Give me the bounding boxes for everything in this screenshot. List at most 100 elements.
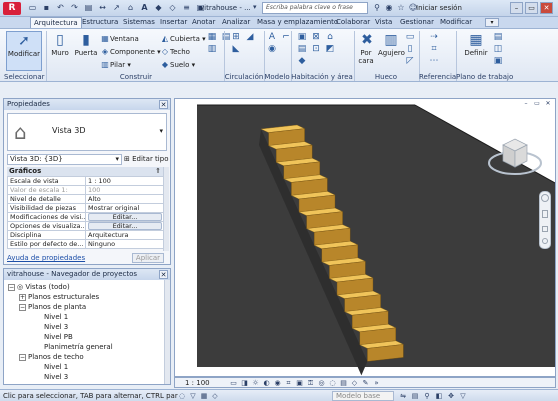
ribbon-options-button[interactable]: ▾ — [485, 18, 499, 27]
select-face-icon[interactable]: ◧ — [434, 391, 444, 401]
restore-icon[interactable]: ▭ — [532, 100, 542, 108]
design-option-combo[interactable]: Modelo base — [332, 391, 394, 401]
analysis-icon[interactable]: ▤ — [339, 378, 348, 388]
zoom-icon[interactable] — [542, 226, 548, 232]
graphics-group-header[interactable]: Gráficos ⇑ — [7, 167, 167, 176]
worksharing-icon[interactable]: ◇ — [350, 378, 359, 388]
pan-icon[interactable] — [542, 210, 548, 218]
railing-icon[interactable]: ⊞ — [230, 32, 242, 43]
temporary-hide-icon[interactable]: ◎ — [317, 378, 326, 388]
default-3d-view-icon[interactable]: ◆ — [153, 2, 164, 14]
minimize-icon[interactable]: – — [521, 100, 531, 108]
view-scale[interactable]: 1 : 100 — [185, 378, 210, 388]
tab-masa-emplazamiento[interactable]: Masa y emplazamiento — [257, 17, 338, 28]
ventana-button[interactable]: ▦Ventana — [100, 33, 139, 44]
agujero-button[interactable]: ▥ Agujero — [378, 31, 405, 71]
tab-modificar[interactable]: Modificar — [440, 17, 472, 28]
app-menu-button[interactable]: R — [3, 2, 21, 15]
vertical-opening-icon[interactable]: ▯ — [404, 44, 416, 55]
edit-type-button[interactable]: ⊞ Editar tipo — [124, 154, 168, 165]
redo-icon[interactable]: ↷ — [69, 2, 80, 14]
tree-item-techo-nivel-3[interactable]: Nivel 3 — [44, 372, 68, 382]
room-separator-icon[interactable]: ⊠ — [310, 32, 322, 43]
visual-style-icon[interactable]: ◨ — [240, 378, 249, 388]
viewer-icon[interactable]: ▣ — [492, 56, 504, 67]
tab-insertar[interactable]: Insertar — [160, 17, 187, 28]
tab-sistemas[interactable]: Sistemas — [123, 17, 155, 28]
tab-analizar[interactable]: Analizar — [222, 17, 250, 28]
search-input[interactable]: Escriba palabra clave o frase — [262, 2, 368, 14]
property-value[interactable]: Alto — [85, 194, 165, 204]
open-icon[interactable]: ▭ — [27, 2, 38, 14]
area-tag-icon[interactable]: ◩ — [324, 44, 336, 55]
minimize-button[interactable]: – — [510, 2, 523, 14]
stair-icon[interactable]: ◣ — [230, 44, 242, 55]
collapse-icon[interactable]: − — [19, 303, 26, 311]
view-selector[interactable]: Vista 3D: {3D} ▾ — [7, 154, 122, 165]
show-work-plane-icon[interactable]: ▤ — [492, 32, 504, 43]
model-group-icon[interactable]: ◉ — [266, 44, 278, 55]
orbit-icon[interactable] — [542, 238, 548, 244]
cubierta-button[interactable]: ◭ Cubierta ▾ — [160, 33, 206, 44]
unlock-view-icon[interactable]: ⚿ — [306, 378, 315, 388]
signin-button[interactable]: Iniciar sesión — [416, 3, 462, 14]
close-icon[interactable]: ✕ — [159, 100, 168, 109]
level-icon[interactable]: ⇢ — [428, 32, 440, 43]
model-text-icon[interactable]: A — [266, 32, 278, 43]
text-icon[interactable]: A — [139, 2, 150, 14]
save-icon[interactable]: ▪ — [41, 2, 52, 14]
filter-selection-icon[interactable]: ▽ — [458, 391, 468, 401]
close-icon[interactable]: ✕ — [543, 100, 553, 108]
property-value[interactable]: 1 : 100 — [85, 176, 165, 186]
crop-view-icon[interactable]: ⌗ — [284, 378, 293, 388]
tree-item-techo-nivel-1[interactable]: Nivel 1 — [44, 362, 68, 372]
design-options-icon[interactable]: ◇ — [210, 391, 220, 401]
tree-item-planos-planta[interactable]: − Planos de planta — [19, 302, 86, 312]
shadows-icon[interactable]: ◐ — [262, 378, 271, 388]
print-icon[interactable]: ▤ — [83, 2, 94, 14]
collapse-icon[interactable]: − — [19, 353, 26, 361]
tab-arquitectura[interactable]: Arquitectura — [30, 17, 82, 28]
edit-visibility-button[interactable]: Editar... — [88, 213, 162, 221]
definir-button[interactable]: ▦ Definir — [460, 31, 492, 71]
tree-item-vistas[interactable]: − ◎ Vistas (todo) — [8, 282, 70, 292]
collapse-icon[interactable]: − — [8, 283, 15, 291]
steering-wheel-icon[interactable] — [541, 194, 549, 202]
render-icon[interactable]: ◉ — [273, 378, 282, 388]
area-icon[interactable]: ▤ — [296, 44, 308, 55]
tree-item-planimetria-general[interactable]: Planimetría general — [44, 342, 113, 352]
room-tag-icon[interactable]: ⌂ — [324, 32, 336, 43]
reveal-hidden-icon[interactable]: ◌ — [328, 378, 337, 388]
curtain-system-icon[interactable]: ▦ — [206, 32, 218, 43]
ref-plane-icon[interactable]: ◫ — [492, 44, 504, 55]
tag-icon[interactable]: ⌂ — [125, 2, 136, 14]
properties-help-link[interactable]: Ayuda de propiedades — [7, 254, 85, 262]
close-button[interactable]: ✕ — [540, 2, 553, 14]
chevron-down-icon[interactable]: ▾ — [253, 3, 257, 11]
edit-display-options-button[interactable]: Editar... — [88, 222, 162, 230]
star-icon[interactable]: ☆ — [396, 2, 406, 14]
tree-item-nivel-3[interactable]: Nivel 3 — [44, 322, 68, 332]
type-selector[interactable]: ⌂ Vista 3D ▾ — [7, 113, 167, 151]
more-icon[interactable]: » — [372, 378, 381, 388]
muro-button[interactable]: ▯ Muro — [48, 31, 72, 71]
tab-colaborar[interactable]: Colaborar — [336, 17, 370, 28]
3d-viewport[interactable]: – ▭ ✕ — [174, 98, 556, 377]
tab-gestionar[interactable]: Gestionar — [400, 17, 434, 28]
puerta-button[interactable]: ▮ Puerta — [74, 31, 98, 71]
tab-estructura[interactable]: Estructura — [82, 17, 118, 28]
drag-elements-icon[interactable]: ✥ — [446, 391, 456, 401]
expand-icon[interactable]: + — [19, 293, 26, 301]
undo-icon[interactable]: ↶ — [55, 2, 66, 14]
tab-anotar[interactable]: Anotar — [192, 17, 215, 28]
mullion-icon[interactable]: ▥ — [206, 44, 218, 55]
properties-scrollbar[interactable] — [163, 167, 169, 251]
tree-item-planos-estructurales[interactable]: + Planos estructurales — [19, 292, 99, 302]
wall-opening-icon[interactable]: ▭ — [404, 32, 416, 43]
close-icon[interactable]: ✕ — [159, 270, 168, 279]
press-drag-icon[interactable]: ◌ — [177, 391, 187, 401]
highlight-icon[interactable]: ✎ — [361, 378, 370, 388]
tree-item-nivel-pb[interactable]: Nivel PB — [44, 332, 73, 342]
show-crop-icon[interactable]: ▣ — [295, 378, 304, 388]
measure-icon[interactable]: ↔ — [97, 2, 108, 14]
